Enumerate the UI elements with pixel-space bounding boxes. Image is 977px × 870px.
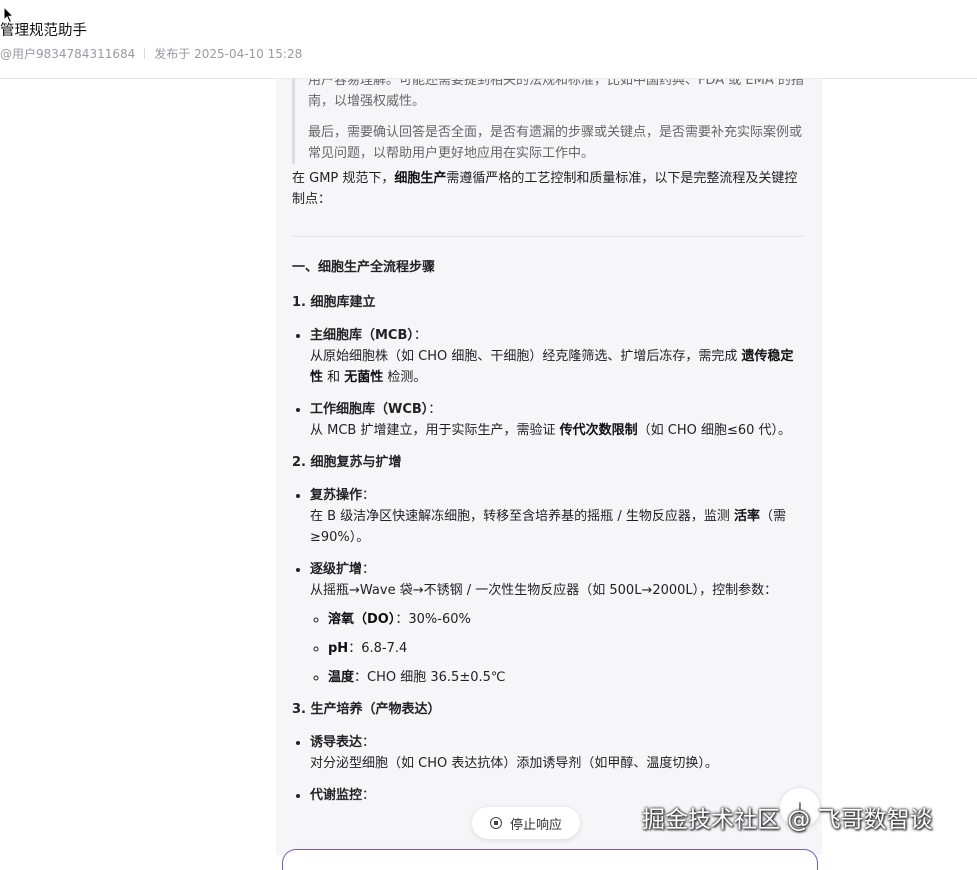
quote-paragraph: 用户容易理解。可能还需要提到相关的法规和标准，比如中国药典、FDA 或 EMA … (308, 78, 804, 109)
subsection-heading: 1. 细胞库建立 (292, 295, 376, 310)
watermark-text: 掘金技术社区 @ 飞哥数智谈 (642, 807, 933, 833)
meta-divider (144, 48, 146, 59)
param-item: 溶氧（DO）：30%-60% (328, 609, 804, 630)
list-item: 复苏操作： 在 B 级洁净区快速解冻细胞，转移至含培养基的摇瓶 / 生物反应器，… (310, 485, 804, 548)
list-item: 逐级扩增： 从摇瓶→Wave 袋→不锈钢 / 一次性生物反应器（如 500L→2… (310, 559, 804, 688)
post-header: 管理规范助手 @用户9834784311684 发布于 2025-04-10 1… (0, 0, 977, 79)
subsection-heading: 2. 细胞复苏与扩增 (292, 455, 402, 470)
publish-time: 发布于 2025-04-10 15:28 (154, 47, 303, 61)
stop-icon (489, 817, 502, 829)
param-list: 溶氧（DO）：30%-60% pH：6.8-7.4 温度：CHO 细胞 36.5… (310, 609, 804, 688)
list-item: 诱导表达： 对分泌型细胞（如 CHO 表达抗体）添加诱导剂（如甲醇、温度切换）。 (310, 732, 804, 774)
thinking-quote: 用户容易理解。可能还需要提到相关的法规和标准，比如中国药典、FDA 或 EMA … (292, 78, 804, 164)
chat-input-box[interactable] (282, 849, 818, 870)
bullet-list: 复苏操作： 在 B 级洁净区快速解冻细胞，转移至含培养基的摇瓶 / 生物反应器，… (292, 485, 804, 688)
quote-paragraph: 最后，需要确认回答是否全面，是否有遗漏的步骤或关键点，是否需要补充实际案例或常见… (308, 125, 803, 161)
mouse-cursor-icon (3, 6, 15, 24)
intro-paragraph: 在 GMP 规范下，细胞生产需遵循严格的工艺控制和质量标准，以下是完整流程及关键… (292, 171, 798, 207)
bullet-list: 主细胞库（MCB）： 从原始细胞株（如 CHO 细胞、干细胞）经克隆筛选、扩增后… (292, 325, 804, 441)
subsection-heading: 3. 生产培养（产物表达） (292, 702, 441, 717)
list-item: 主细胞库（MCB）： 从原始细胞株（如 CHO 细胞、干细胞）经克隆筛选、扩增后… (310, 325, 804, 388)
answer-body: 用户容易理解。可能还需要提到相关的法规和标准，比如中国药典、FDA 或 EMA … (292, 78, 804, 817)
answer-panel: 用户容易理解。可能还需要提到相关的法规和标准，比如中国药典、FDA 或 EMA … (276, 78, 822, 855)
post-meta: @用户9834784311684 发布于 2025-04-10 15:28 (0, 45, 302, 62)
divider (292, 236, 804, 237)
list-item: 工作细胞库（WCB）： 从 MCB 扩增建立，用于实际生产，需验证 传代次数限制… (310, 399, 804, 441)
stop-response-label: 停止响应 (509, 817, 562, 833)
author-name[interactable]: @用户9834784311684 (0, 45, 135, 62)
stop-response-button[interactable]: 停止响应 (472, 807, 580, 839)
param-item: 温度：CHO 细胞 36.5±0.5℃ (328, 667, 804, 688)
param-item: pH：6.8-7.4 (328, 638, 804, 659)
section-heading: 一、细胞生产全流程步骤 (292, 260, 436, 275)
